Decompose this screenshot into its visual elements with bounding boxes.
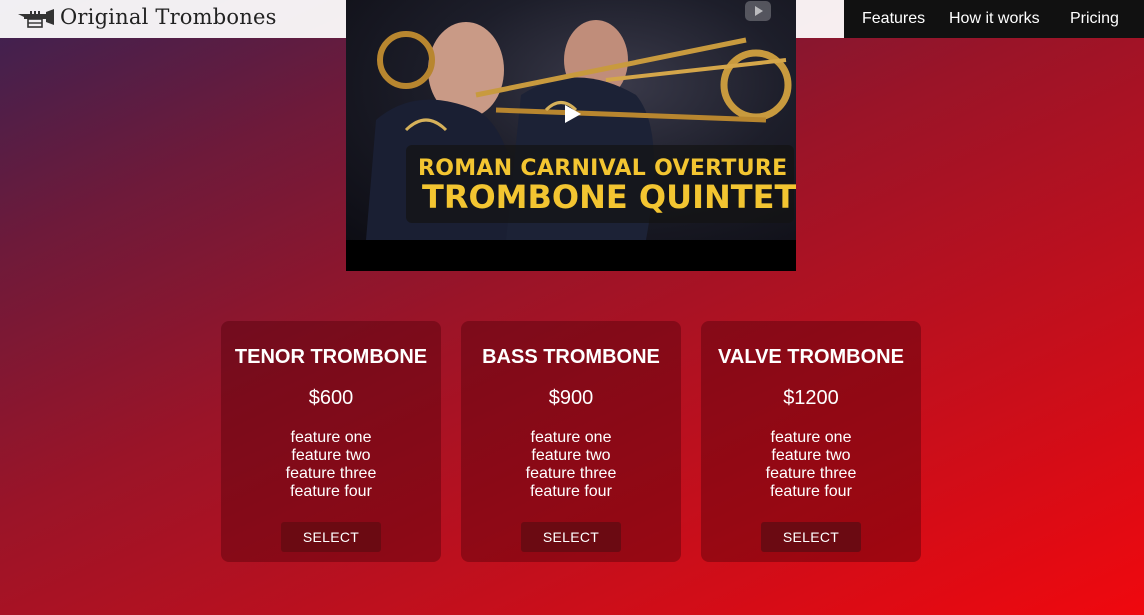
feature-list: feature one feature two feature three fe… [701, 429, 921, 501]
brand-name[interactable]: Original Trombones [60, 5, 277, 29]
pricing-card-valve: VALVE TROMBONE $1200 feature one feature… [701, 321, 921, 562]
feature-item: feature three [285, 465, 377, 482]
pricing-card-bass: BASS TROMBONE $900 feature one feature t… [461, 321, 681, 562]
feature-list: feature one feature two feature three fe… [221, 429, 441, 501]
feature-item: feature three [525, 465, 617, 482]
nav-link-pricing[interactable]: Pricing [1070, 10, 1119, 28]
select-button-valve[interactable]: SELECT [761, 522, 861, 552]
pricing-card-tenor: TENOR TROMBONE $600 feature one feature … [221, 321, 441, 562]
video-player[interactable]: ROMAN CARNIVAL OVERTURE TROMBONE QUINTET [346, 0, 796, 271]
feature-item: feature four [530, 483, 612, 500]
youtube-icon[interactable] [744, 0, 772, 22]
feature-item: feature two [291, 447, 371, 464]
main-nav: Features How it works Pricing [844, 0, 1144, 38]
feature-item: feature four [770, 483, 852, 500]
card-price: $1200 [783, 387, 839, 409]
feature-item: feature one [770, 429, 852, 446]
feature-item: feature three [765, 465, 857, 482]
feature-item: feature one [290, 429, 372, 446]
feature-item: feature four [290, 483, 372, 500]
feature-list: feature one feature two feature three fe… [461, 429, 681, 501]
video-caption-line2: TROMBONE QUINTET [422, 178, 796, 216]
card-title: TENOR TROMBONE [234, 346, 428, 368]
feature-item: feature one [530, 429, 612, 446]
play-icon[interactable] [560, 102, 584, 126]
nav-link-features[interactable]: Features [862, 10, 925, 28]
card-price: $600 [308, 387, 354, 409]
card-title: VALVE TROMBONE [718, 346, 904, 368]
card-price: $900 [548, 387, 594, 409]
trumpet-icon[interactable] [16, 8, 56, 30]
select-button-bass[interactable]: SELECT [521, 522, 621, 552]
feature-item: feature two [771, 447, 851, 464]
select-button-tenor[interactable]: SELECT [281, 522, 381, 552]
nav-link-how-it-works[interactable]: How it works [949, 10, 1040, 28]
card-title: BASS TROMBONE [482, 346, 660, 368]
feature-item: feature two [531, 447, 611, 464]
